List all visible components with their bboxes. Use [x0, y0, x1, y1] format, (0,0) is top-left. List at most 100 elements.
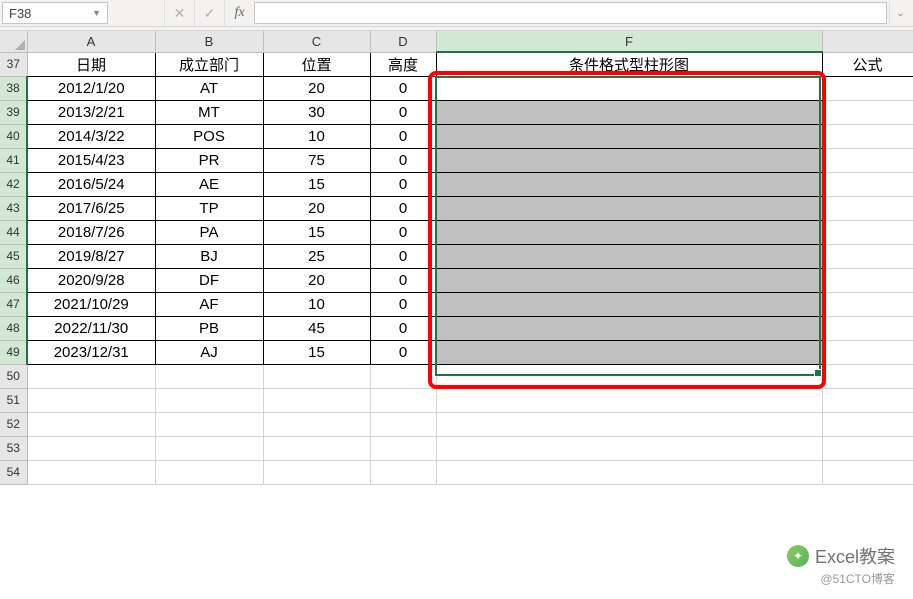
cell-B43[interactable]: TP	[155, 196, 263, 220]
cell-D47[interactable]: 0	[370, 292, 436, 316]
cell-empty-52-4[interactable]	[436, 412, 822, 436]
cell-B41[interactable]: PR	[155, 148, 263, 172]
cell-empty-53-0[interactable]	[27, 436, 155, 460]
name-box[interactable]: F38 ▼	[2, 2, 108, 24]
cell-B40[interactable]: POS	[155, 124, 263, 148]
cell-D40[interactable]: 0	[370, 124, 436, 148]
cell-empty-54-2[interactable]	[263, 460, 370, 484]
cell-C47[interactable]: 10	[263, 292, 370, 316]
cell-F48[interactable]	[436, 316, 822, 340]
cell-D42[interactable]: 0	[370, 172, 436, 196]
row-header-53[interactable]: 53	[0, 436, 27, 460]
cell-B42[interactable]: AE	[155, 172, 263, 196]
cell-A46[interactable]: 2020/9/28	[27, 268, 155, 292]
cell-C38[interactable]: 20	[263, 76, 370, 100]
cell-A37[interactable]: 日期	[27, 52, 155, 76]
cell-F44[interactable]	[436, 220, 822, 244]
cell-A40[interactable]: 2014/3/22	[27, 124, 155, 148]
cell-A39[interactable]: 2013/2/21	[27, 100, 155, 124]
cell-F46[interactable]	[436, 268, 822, 292]
cell-empty-53-1[interactable]	[155, 436, 263, 460]
cell-C43[interactable]: 20	[263, 196, 370, 220]
cell-D48[interactable]: 0	[370, 316, 436, 340]
cell-D37[interactable]: 高度	[370, 52, 436, 76]
cell-empty-51-4[interactable]	[436, 388, 822, 412]
column-header-partial[interactable]	[822, 31, 913, 52]
cell-empty-54-1[interactable]	[155, 460, 263, 484]
cell-C49[interactable]: 15	[263, 340, 370, 364]
cell-F47[interactable]	[436, 292, 822, 316]
column-header-D[interactable]: D	[370, 31, 436, 52]
cell-B49[interactable]: AJ	[155, 340, 263, 364]
column-header-B[interactable]: B	[155, 31, 263, 52]
cell-empty-52-1[interactable]	[155, 412, 263, 436]
cell-A42[interactable]: 2016/5/24	[27, 172, 155, 196]
row-header-43[interactable]: 43	[0, 196, 27, 220]
cell-empty-50-5[interactable]	[822, 364, 913, 388]
cell-B45[interactable]: BJ	[155, 244, 263, 268]
row-header-38[interactable]: 38	[0, 76, 27, 100]
cell-A44[interactable]: 2018/7/26	[27, 220, 155, 244]
cell-C42[interactable]: 15	[263, 172, 370, 196]
cell-G45[interactable]	[822, 244, 913, 268]
cell-G44[interactable]	[822, 220, 913, 244]
cell-empty-53-4[interactable]	[436, 436, 822, 460]
row-header-45[interactable]: 45	[0, 244, 27, 268]
cell-G47[interactable]	[822, 292, 913, 316]
cell-C45[interactable]: 25	[263, 244, 370, 268]
cell-B44[interactable]: PA	[155, 220, 263, 244]
cell-B46[interactable]: DF	[155, 268, 263, 292]
cell-empty-50-4[interactable]	[436, 364, 822, 388]
cell-empty-54-4[interactable]	[436, 460, 822, 484]
cell-F49[interactable]	[436, 340, 822, 364]
cell-empty-50-0[interactable]	[27, 364, 155, 388]
column-header-F[interactable]: F	[436, 31, 822, 52]
row-header-54[interactable]: 54	[0, 460, 27, 484]
row-header-49[interactable]: 49	[0, 340, 27, 364]
dropdown-icon[interactable]: ▼	[92, 8, 101, 18]
cell-G38[interactable]	[822, 76, 913, 100]
row-header-37[interactable]: 37	[0, 52, 27, 76]
cell-F45[interactable]	[436, 244, 822, 268]
cell-B37[interactable]: 成立部门	[155, 52, 263, 76]
cell-B47[interactable]: AF	[155, 292, 263, 316]
cell-empty-53-5[interactable]	[822, 436, 913, 460]
cell-empty-50-1[interactable]	[155, 364, 263, 388]
row-header-44[interactable]: 44	[0, 220, 27, 244]
confirm-formula-button[interactable]: ✓	[194, 0, 224, 26]
cell-empty-52-0[interactable]	[27, 412, 155, 436]
cell-empty-54-0[interactable]	[27, 460, 155, 484]
cell-A49[interactable]: 2023/12/31	[27, 340, 155, 364]
select-all-button[interactable]	[0, 31, 27, 52]
row-header-48[interactable]: 48	[0, 316, 27, 340]
cell-A47[interactable]: 2021/10/29	[27, 292, 155, 316]
row-header-52[interactable]: 52	[0, 412, 27, 436]
cell-A45[interactable]: 2019/8/27	[27, 244, 155, 268]
cell-D49[interactable]: 0	[370, 340, 436, 364]
cell-empty-51-3[interactable]	[370, 388, 436, 412]
cell-A38[interactable]: 2012/1/20	[27, 76, 155, 100]
row-header-50[interactable]: 50	[0, 364, 27, 388]
cell-empty-51-2[interactable]	[263, 388, 370, 412]
cell-D39[interactable]: 0	[370, 100, 436, 124]
cell-F41[interactable]	[436, 148, 822, 172]
cell-empty-52-2[interactable]	[263, 412, 370, 436]
formula-input[interactable]	[254, 2, 887, 24]
cell-D38[interactable]: 0	[370, 76, 436, 100]
cell-F38[interactable]	[436, 76, 822, 100]
cell-G46[interactable]	[822, 268, 913, 292]
cell-empty-53-2[interactable]	[263, 436, 370, 460]
cell-C40[interactable]: 10	[263, 124, 370, 148]
cell-D45[interactable]: 0	[370, 244, 436, 268]
row-header-46[interactable]: 46	[0, 268, 27, 292]
cell-G39[interactable]	[822, 100, 913, 124]
cell-G43[interactable]	[822, 196, 913, 220]
cell-A43[interactable]: 2017/6/25	[27, 196, 155, 220]
cell-empty-51-5[interactable]	[822, 388, 913, 412]
cell-empty-50-3[interactable]	[370, 364, 436, 388]
cell-empty-54-5[interactable]	[822, 460, 913, 484]
cell-D41[interactable]: 0	[370, 148, 436, 172]
cell-C41[interactable]: 75	[263, 148, 370, 172]
expand-formula-bar-button[interactable]: ⌄	[889, 2, 911, 24]
cell-G41[interactable]	[822, 148, 913, 172]
